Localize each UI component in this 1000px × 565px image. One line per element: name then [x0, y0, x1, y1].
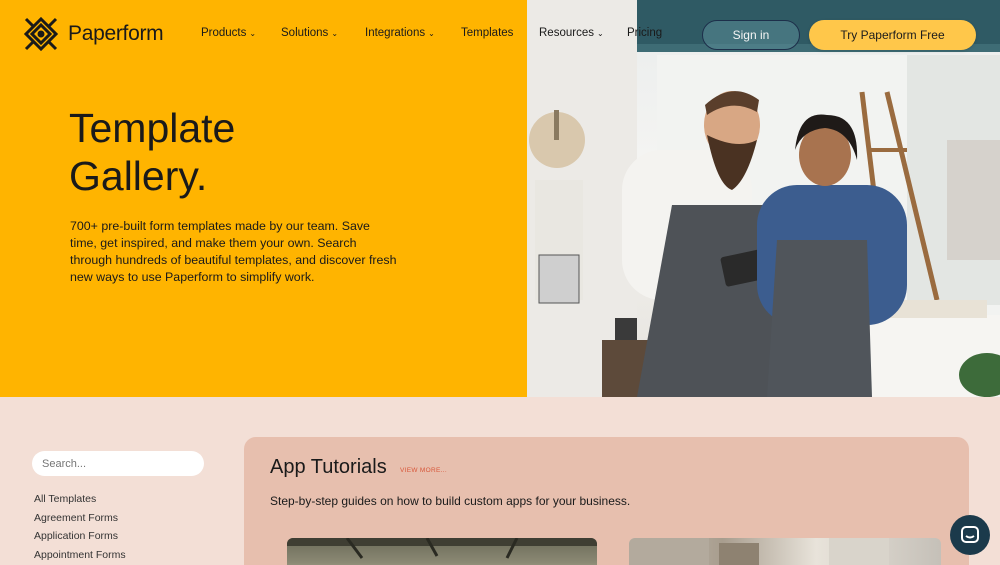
menu-integrations[interactable]: Integrations ⌄: [365, 27, 461, 39]
chevron-down-icon: ⌄: [428, 29, 435, 38]
menu-products-label: Products: [201, 27, 247, 39]
page-title-line2: Gallery.: [69, 153, 208, 199]
sign-in-button[interactable]: Sign in: [702, 20, 800, 50]
chat-button[interactable]: [950, 515, 990, 555]
try-free-button[interactable]: Try Paperform Free: [809, 20, 976, 50]
category-list: All Templates Agreement Forms Applicatio…: [34, 490, 126, 564]
logo[interactable]: Paperform: [24, 17, 164, 51]
chevron-down-icon: ⌄: [249, 29, 257, 38]
hero-description: 700+ pre-built form templates made by ou…: [70, 219, 397, 284]
menu-pricing[interactable]: Pricing: [627, 27, 662, 39]
category-item-agreement[interactable]: Agreement Forms: [34, 509, 126, 528]
view-more-link[interactable]: VIEW MORE...: [400, 467, 447, 474]
menu-pricing-label: Pricing: [627, 27, 663, 39]
section-description: Step-by-step guides on how to build cust…: [270, 494, 631, 508]
paperform-logo-icon: [24, 17, 58, 51]
menu-templates-label: Templates: [461, 27, 514, 39]
menu-products[interactable]: Products ⌄: [201, 27, 281, 39]
tutorial-thumbnail-image: [629, 538, 889, 565]
menu-solutions-label: Solutions: [281, 27, 329, 39]
menu-resources[interactable]: Resources ⌄: [539, 27, 627, 39]
chat-icon: [961, 526, 979, 543]
chevron-down-icon: ⌄: [596, 29, 604, 38]
tutorial-thumbnail-image: [287, 538, 597, 559]
category-item-all[interactable]: All Templates: [34, 490, 126, 509]
menu-resources-label: Resources: [539, 27, 594, 39]
chevron-down-icon: ⌄: [331, 29, 339, 38]
tutorial-thumbnail[interactable]: [629, 538, 941, 565]
menu-templates[interactable]: Templates: [461, 27, 539, 39]
section-title: App Tutorials: [270, 456, 387, 478]
category-item-appointment[interactable]: Appointment Forms: [34, 546, 126, 565]
main-menu: Products ⌄ Solutions ⌄ Integrations ⌄ Te…: [201, 27, 662, 39]
logo-text: Paperform: [68, 22, 164, 45]
hero-section: Paperform Products ⌄ Solutions ⌄ Integra…: [0, 0, 1000, 397]
tutorial-thumbnail[interactable]: [287, 538, 597, 565]
category-item-application[interactable]: Application Forms: [34, 527, 126, 546]
menu-integrations-label: Integrations: [365, 27, 426, 39]
page-title: Template Gallery.: [69, 104, 235, 200]
menu-solutions[interactable]: Solutions ⌄: [281, 27, 365, 39]
page-title-line1: Template: [69, 105, 236, 151]
search-input[interactable]: [32, 451, 204, 476]
top-navbar: Paperform Products ⌄ Solutions ⌄ Integra…: [0, 0, 1000, 70]
